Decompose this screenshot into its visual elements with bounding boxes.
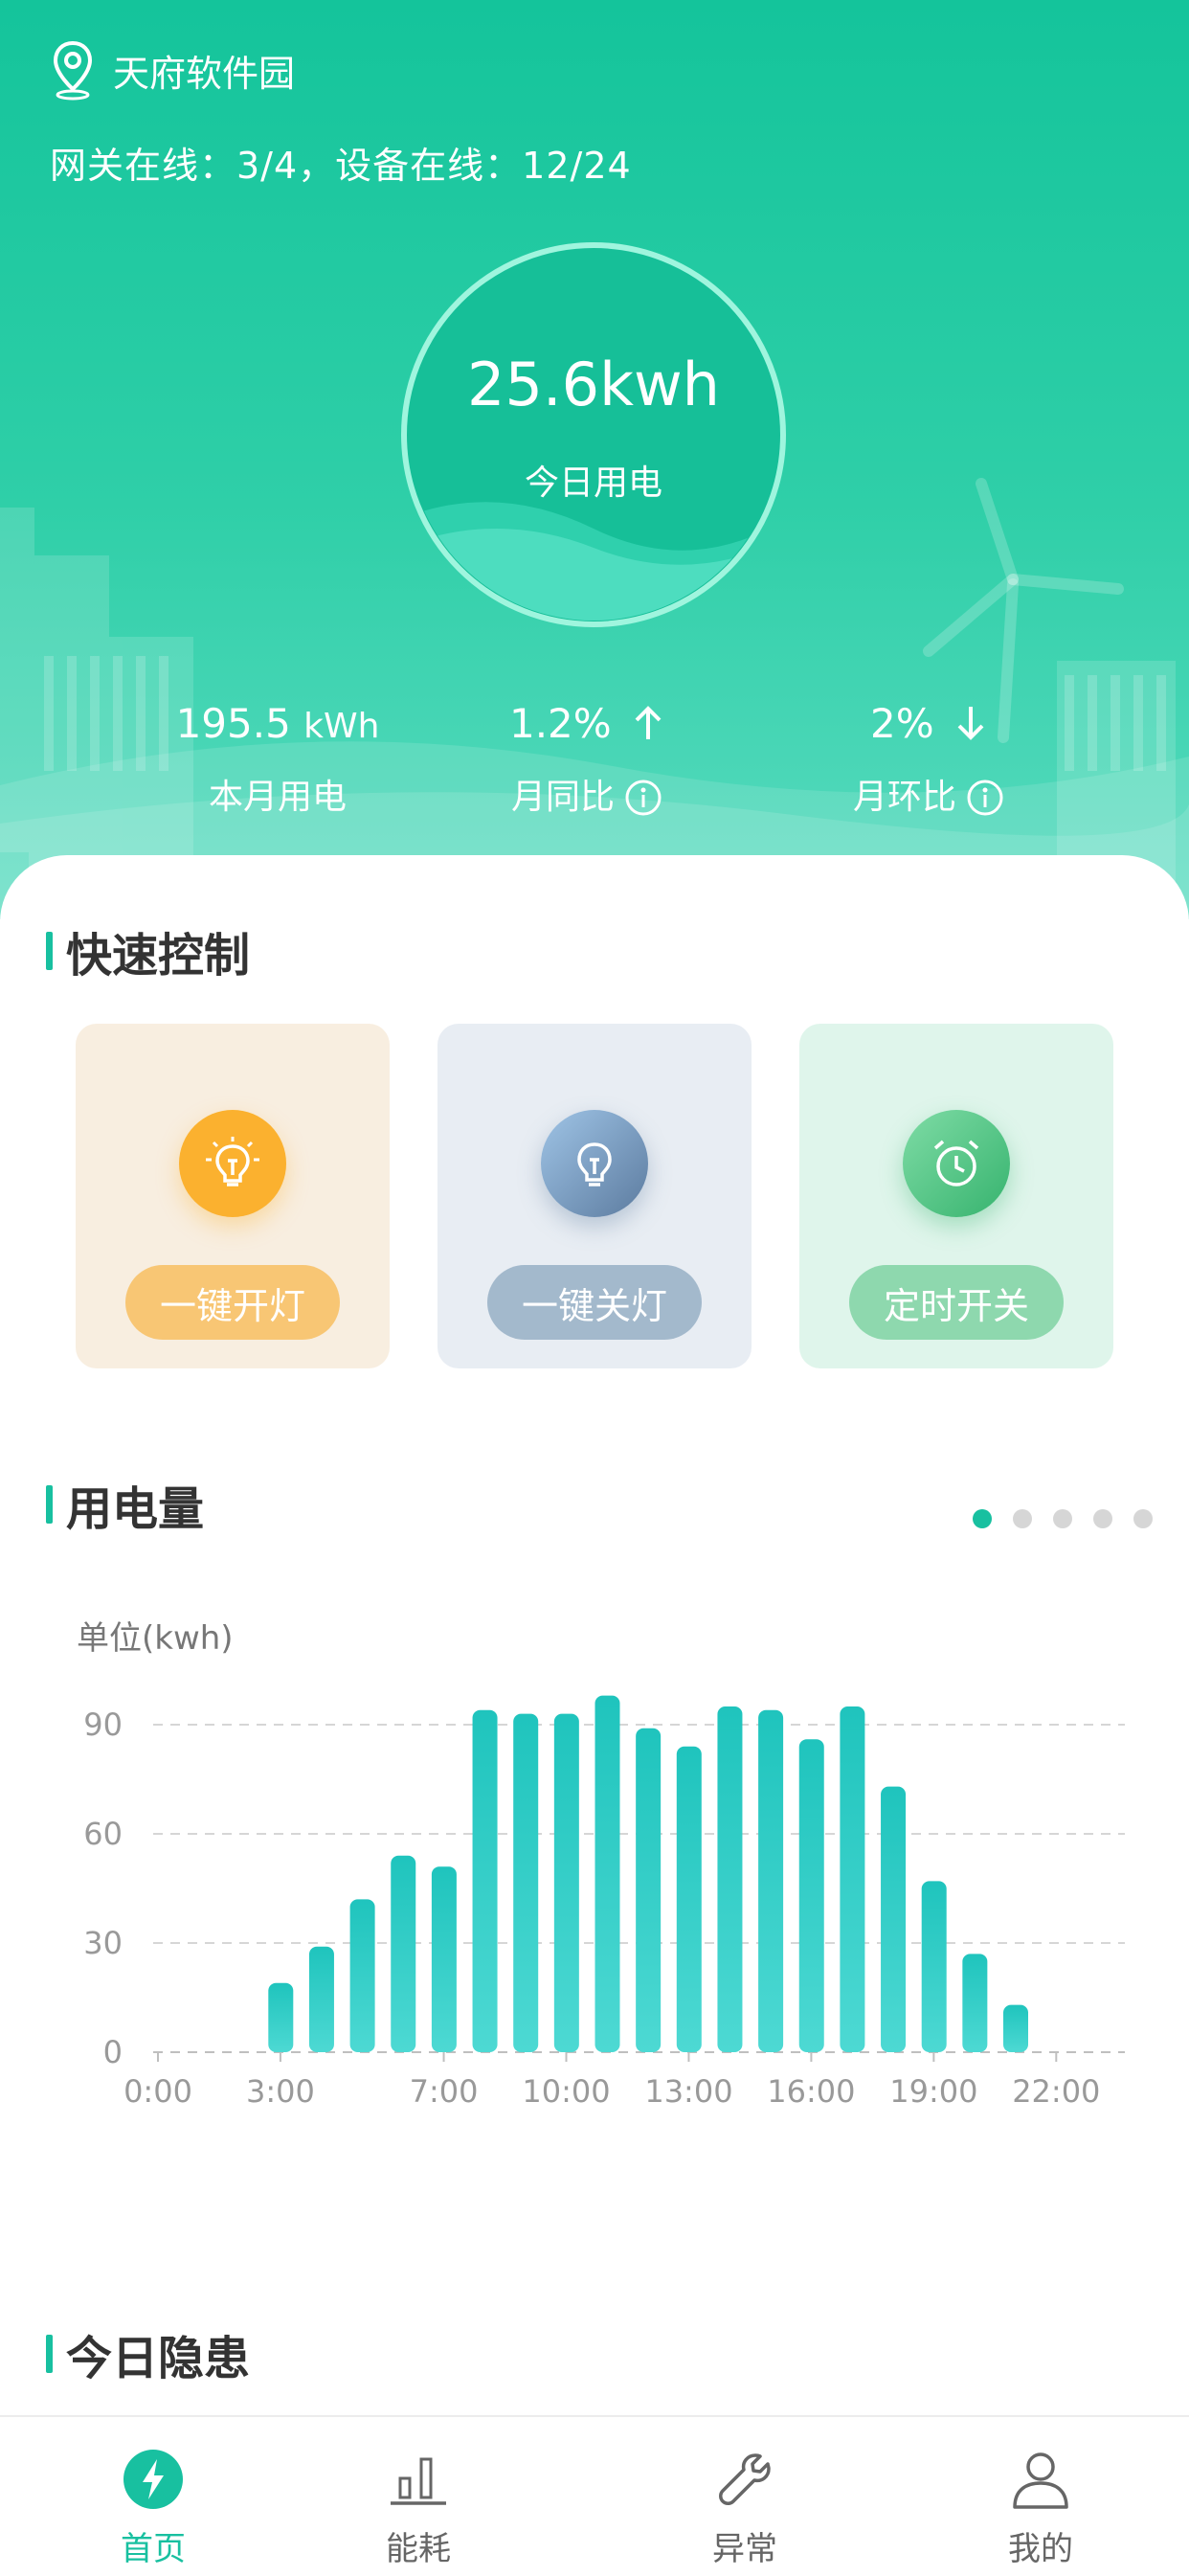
hazards-title: 今日隐患 bbox=[66, 2332, 251, 2385]
x-tick-label: 16:00 bbox=[767, 2073, 855, 2110]
section-accent-bar bbox=[46, 1485, 53, 1524]
quick-control-title: 快速控制 bbox=[66, 929, 251, 983]
tab-energy[interactable]: 能耗 bbox=[303, 2417, 533, 2576]
chart-bar-11:00[interactable] bbox=[636, 1728, 662, 2052]
bulb-off-icon bbox=[541, 1110, 648, 1217]
month-on-month-value: 2% bbox=[870, 700, 934, 747]
stat-year-on-year: 1.2% 月同比 bbox=[429, 697, 745, 822]
chart-bar-6:00[interactable] bbox=[431, 1866, 457, 2052]
chart-bar-4:00[interactable] bbox=[349, 1899, 375, 2052]
pager-dot[interactable] bbox=[973, 1509, 992, 1528]
monthly-usage-value: 195.5 bbox=[175, 700, 291, 747]
lights-on-button[interactable]: 一键开灯 bbox=[125, 1265, 340, 1340]
section-accent-bar bbox=[46, 2335, 53, 2373]
x-tick-label: 19:00 bbox=[889, 2073, 977, 2110]
location[interactable]: 天府软件园 bbox=[50, 36, 295, 103]
tab-mine-label: 我的 bbox=[1008, 2530, 1073, 2568]
location-pin-icon bbox=[53, 40, 93, 101]
quick-card-lights-on: 一键开灯 bbox=[76, 1024, 390, 1368]
chart-bar-17:00[interactable] bbox=[881, 1786, 907, 2052]
x-tick-label: 3:00 bbox=[246, 2073, 315, 2110]
user-icon bbox=[1007, 2446, 1074, 2513]
tab-mine[interactable]: 我的 bbox=[926, 2417, 1155, 2576]
online-status: 网关在线：3/4，设备在线：12/24 bbox=[50, 145, 632, 187]
hazards-header: 今日隐患 bbox=[46, 2325, 250, 2385]
chart-unit-label: 单位(kwh) bbox=[77, 1619, 234, 1658]
location-name: 天府软件园 bbox=[113, 52, 296, 95]
tab-home[interactable]: 首页 bbox=[38, 2417, 268, 2576]
chart-bar-9:00[interactable] bbox=[553, 1713, 579, 2052]
year-on-year-label: 月同比 bbox=[510, 778, 615, 817]
chart-bar-12:00[interactable] bbox=[676, 1746, 702, 2052]
chart-bar-2:00[interactable] bbox=[268, 1982, 294, 2052]
chart-bar-19:00[interactable] bbox=[962, 1954, 988, 2052]
chart-bar-16:00[interactable] bbox=[840, 1706, 865, 2052]
usage-bar-chart: 0 30 60 90 0:00 3:00 7:00 10:00 13:00 16:00 19:00 2… bbox=[83, 1695, 1125, 2110]
info-icon[interactable] bbox=[966, 779, 1004, 817]
wrench-icon bbox=[711, 2446, 778, 2513]
year-on-year-value: 1.2% bbox=[508, 700, 612, 747]
usage-header: 用电量 bbox=[46, 1476, 204, 1536]
monthly-usage-unit: kWh bbox=[303, 707, 380, 746]
today-usage-label: 今日用电 bbox=[524, 463, 662, 503]
x-tick-label: 13:00 bbox=[644, 2073, 732, 2110]
timer-switch-button[interactable]: 定时开关 bbox=[849, 1265, 1064, 1340]
tab-abnormal-label: 异常 bbox=[712, 2530, 777, 2568]
tab-home-label: 首页 bbox=[121, 2530, 186, 2568]
arrow-up-icon bbox=[635, 706, 662, 739]
quick-control-header: 快速控制 bbox=[46, 922, 250, 983]
bottom-tab-bar: 首页 能耗 异常 我的 bbox=[0, 2415, 1189, 2576]
section-accent-bar bbox=[46, 932, 53, 970]
today-usage-gauge bbox=[401, 242, 786, 627]
bar-chart-icon bbox=[385, 2446, 452, 2513]
hero-header: 天府软件园 网关在线：3/4，设备在线：12/24 25.6kwh 今日用电 1… bbox=[0, 0, 1189, 919]
y-tick-label: 90 bbox=[83, 1706, 123, 1743]
today-usage-value: 25.6kwh bbox=[467, 350, 720, 419]
quick-card-timer: 定时开关 bbox=[799, 1024, 1113, 1368]
tab-abnormal[interactable]: 异常 bbox=[630, 2417, 860, 2576]
y-tick-label: 30 bbox=[83, 1925, 123, 1961]
bulb-on-icon bbox=[179, 1110, 286, 1217]
quick-card-lights-off: 一键关灯 bbox=[437, 1024, 752, 1368]
chart-bar-10:00[interactable] bbox=[594, 1695, 620, 2052]
chart-bar-18:00[interactable] bbox=[921, 1881, 947, 2052]
chart-bar-7:00[interactable] bbox=[472, 1709, 498, 2052]
stat-monthly-usage: 195.5 kWh 本月用电 bbox=[120, 697, 436, 822]
stat-month-on-month: 2% 月环比 bbox=[771, 697, 1087, 822]
x-tick-label: 22:00 bbox=[1012, 2073, 1100, 2110]
alarm-clock-icon bbox=[903, 1110, 1010, 1217]
x-tick-label: 0:00 bbox=[123, 2073, 192, 2110]
chart-bar-14:00[interactable] bbox=[758, 1709, 784, 2052]
pager-dot[interactable] bbox=[1133, 1509, 1153, 1528]
chart-pager[interactable] bbox=[973, 1509, 1153, 1528]
chart-bar-20:00[interactable] bbox=[1003, 2004, 1028, 2052]
main-content: 快速控制 一键开灯 一键关灯 定时开关 用电量 单位(kwh) 0 30 60 … bbox=[0, 855, 1189, 2416]
tab-energy-label: 能耗 bbox=[386, 2530, 451, 2568]
info-icon[interactable] bbox=[624, 779, 662, 817]
arrow-down-icon bbox=[957, 707, 984, 740]
y-tick-label: 60 bbox=[83, 1816, 123, 1852]
chart-bar-5:00[interactable] bbox=[391, 1855, 416, 2052]
x-tick-label: 7:00 bbox=[410, 2073, 479, 2110]
lightning-icon bbox=[120, 2446, 187, 2513]
chart-bar-8:00[interactable] bbox=[513, 1713, 539, 2052]
pager-dot[interactable] bbox=[1013, 1509, 1032, 1528]
lights-off-button[interactable]: 一键关灯 bbox=[487, 1265, 702, 1340]
chart-bar-3:00[interactable] bbox=[308, 1946, 334, 2052]
usage-title: 用电量 bbox=[66, 1482, 205, 1536]
monthly-usage-label: 本月用电 bbox=[208, 778, 347, 817]
pager-dot[interactable] bbox=[1053, 1509, 1072, 1528]
chart-bar-13:00[interactable] bbox=[717, 1706, 743, 2052]
chart-bar-15:00[interactable] bbox=[798, 1739, 824, 2052]
y-tick-label: 0 bbox=[103, 2034, 123, 2070]
month-on-month-label: 月环比 bbox=[852, 778, 956, 817]
x-tick-label: 10:00 bbox=[522, 2073, 610, 2110]
pager-dot[interactable] bbox=[1093, 1509, 1112, 1528]
